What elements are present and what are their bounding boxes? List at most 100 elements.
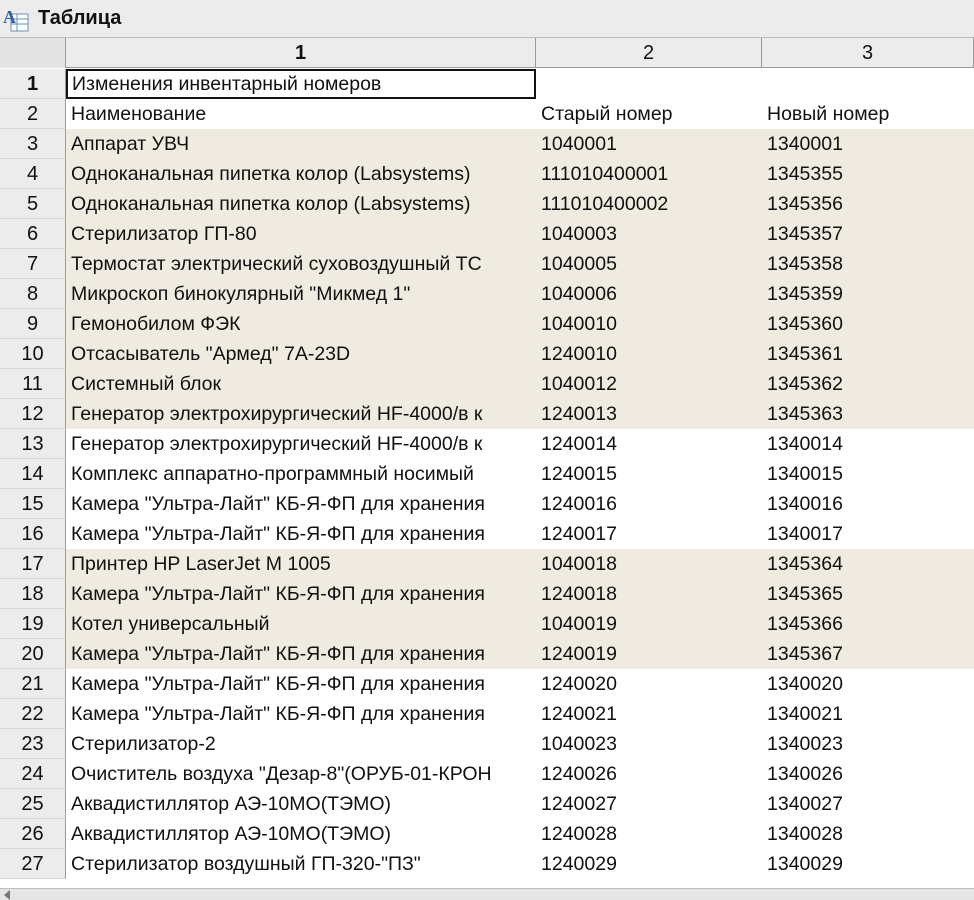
cell-old-number[interactable]: 111010400001 [536,159,762,189]
cell-name[interactable]: Стерилизатор ГП-80 [66,219,536,249]
cell-old-number[interactable]: 1240021 [536,699,762,729]
cell-old-number[interactable]: 1240016 [536,489,762,519]
cell-old-number[interactable]: 1040006 [536,279,762,309]
row-header[interactable]: 26 [0,819,66,849]
cell-name[interactable]: Камера "Ультра-Лайт" КБ-Я-ФП для хранени… [66,699,536,729]
horizontal-scrollbar[interactable] [0,888,974,900]
column-header-2[interactable]: 2 [536,38,762,68]
row-header[interactable]: 5 [0,189,66,219]
row-header[interactable]: 27 [0,849,66,879]
cell-old-number[interactable]: 1040003 [536,219,762,249]
cell-name[interactable]: Гемонобилом ФЭК [66,309,536,339]
row-header[interactable]: 16 [0,519,66,549]
cell-new-number[interactable]: 1345362 [762,369,974,399]
row-header[interactable]: 13 [0,429,66,459]
cell-new-number[interactable]: 1340017 [762,519,974,549]
cell-name[interactable]: Аппарат УВЧ [66,129,536,159]
cell-old-number[interactable]: 1040012 [536,369,762,399]
cell-name[interactable]: Принтер HP LaserJet M 1005 [66,549,536,579]
cell-new-number[interactable]: 1345363 [762,399,974,429]
row-header[interactable]: 23 [0,729,66,759]
column-header-1[interactable]: 1 [66,38,536,68]
row-header[interactable]: 18 [0,579,66,609]
cell-name[interactable]: Одноканальная пипетка колор (Labsystems) [66,189,536,219]
cell-new-number[interactable]: 1340001 [762,129,974,159]
cell-old-number[interactable]: 1240026 [536,759,762,789]
cell-name[interactable]: Отсасыватель "Армед" 7А-23D [66,339,536,369]
spreadsheet[interactable]: 1 2 3 1 Изменения инвентарный номеров 2 Наи… [0,38,974,888]
cell-old-number[interactable]: 1040023 [536,729,762,759]
cell-old-number[interactable]: 1240029 [536,849,762,879]
cell-old-number[interactable]: 1240015 [536,459,762,489]
cell-old-number[interactable]: 1240027 [536,789,762,819]
cell-new-number[interactable]: 1340016 [762,489,974,519]
row-header[interactable]: 15 [0,489,66,519]
column-header-3[interactable]: 3 [762,38,974,68]
cell-new-number[interactable]: 1340023 [762,729,974,759]
row-header[interactable]: 25 [0,789,66,819]
row-header[interactable]: 20 [0,639,66,669]
cell-name[interactable]: Очиститель воздуха "Дезар-8"(ОРУБ-01-КРО… [66,759,536,789]
row-header[interactable]: 24 [0,759,66,789]
row-header[interactable]: 12 [0,399,66,429]
cell-name[interactable]: Камера "Ультра-Лайт" КБ-Я-ФП для хранени… [66,639,536,669]
select-all-corner[interactable] [0,38,66,68]
cell-new-number[interactable]: 1340020 [762,669,974,699]
cell-name[interactable]: Изменения инвентарный номеров [66,69,536,99]
cell-old-number[interactable]: 1040018 [536,549,762,579]
cell-name[interactable]: Котел универсальный [66,609,536,639]
row-header[interactable]: 14 [0,459,66,489]
cell-old-number[interactable]: 1040001 [536,129,762,159]
cell-name[interactable]: Системный блок [66,369,536,399]
cell-new-number[interactable]: 1345364 [762,549,974,579]
cell-old-number[interactable] [536,69,762,99]
row-header[interactable]: 11 [0,369,66,399]
cell-name[interactable]: Стерилизатор-2 [66,729,536,759]
row-header[interactable]: 19 [0,609,66,639]
row-header[interactable]: 8 [0,279,66,309]
row-header[interactable]: 9 [0,309,66,339]
cell-old-number[interactable]: 1240014 [536,429,762,459]
cell-new-number[interactable] [762,69,974,99]
row-header[interactable]: 22 [0,699,66,729]
cell-new-number[interactable]: 1345357 [762,219,974,249]
cell-old-number[interactable]: Старый номер [536,99,762,129]
cell-name[interactable]: Камера "Ультра-Лайт" КБ-Я-ФП для хранени… [66,519,536,549]
scroll-left-arrow-icon[interactable] [4,890,10,900]
cell-new-number[interactable]: 1345359 [762,279,974,309]
cell-new-number[interactable]: 1345365 [762,579,974,609]
row-header[interactable]: 4 [0,159,66,189]
row-header[interactable]: 6 [0,219,66,249]
cell-new-number[interactable]: 1340028 [762,819,974,849]
cell-name[interactable]: Аквадистиллятор АЭ-10МО(ТЭМО) [66,789,536,819]
cell-name[interactable]: Камера "Ультра-Лайт" КБ-Я-ФП для хранени… [66,669,536,699]
cell-new-number[interactable]: 1345367 [762,639,974,669]
cell-new-number[interactable]: 1340029 [762,849,974,879]
cell-old-number[interactable]: 111010400002 [536,189,762,219]
cell-old-number[interactable]: 1240017 [536,519,762,549]
cell-name[interactable]: Микроскоп бинокулярный "Микмед 1" [66,279,536,309]
cell-old-number[interactable]: 1240019 [536,639,762,669]
cell-new-number[interactable]: 1340021 [762,699,974,729]
cell-new-number[interactable]: 1340015 [762,459,974,489]
cell-new-number[interactable]: 1345358 [762,249,974,279]
cell-old-number[interactable]: 1240020 [536,669,762,699]
cell-name[interactable]: Комплекс аппаратно-программный носимый [66,459,536,489]
cell-old-number[interactable]: 1040010 [536,309,762,339]
cell-new-number[interactable]: Новый номер [762,99,974,129]
row-header[interactable]: 21 [0,669,66,699]
cell-name[interactable]: Одноканальная пипетка колор (Labsystems) [66,159,536,189]
cell-old-number[interactable]: 1240018 [536,579,762,609]
cell-name[interactable]: Камера "Ультра-Лайт" КБ-Я-ФП для хранени… [66,579,536,609]
cell-new-number[interactable]: 1340014 [762,429,974,459]
cell-new-number[interactable]: 1340027 [762,789,974,819]
cell-new-number[interactable]: 1345361 [762,339,974,369]
row-header[interactable]: 17 [0,549,66,579]
row-header[interactable]: 3 [0,129,66,159]
row-header[interactable]: 7 [0,249,66,279]
cell-new-number[interactable]: 1345360 [762,309,974,339]
cell-new-number[interactable]: 1345355 [762,159,974,189]
row-header[interactable]: 2 [0,99,66,129]
cell-name[interactable]: Термостат электрический суховоздушный ТС [66,249,536,279]
row-header[interactable]: 10 [0,339,66,369]
